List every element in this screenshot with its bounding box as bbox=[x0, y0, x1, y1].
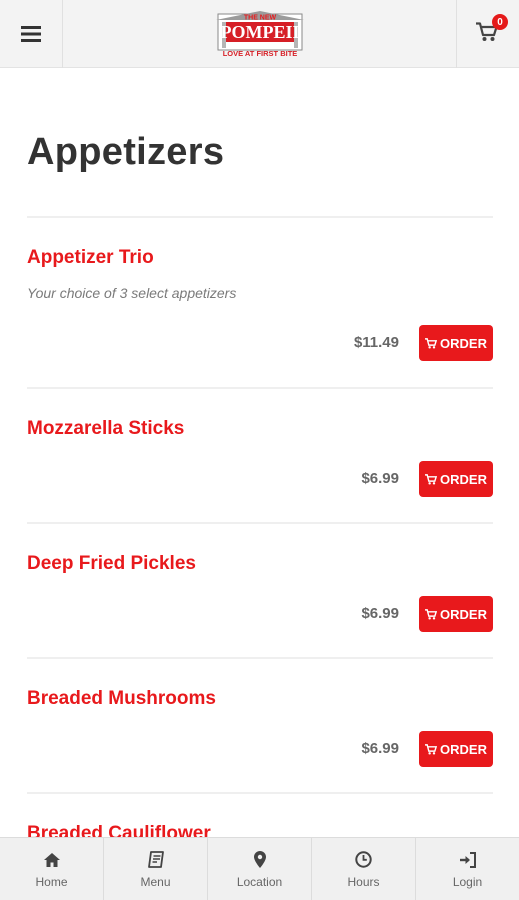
nav-home[interactable]: Home bbox=[0, 838, 104, 900]
divider bbox=[27, 522, 493, 524]
map-pin-icon bbox=[253, 851, 266, 868]
menu-content[interactable]: Appetizers Appetizer Trio Your choice of… bbox=[0, 69, 519, 837]
menu-item: Appetizer Trio Your choice of 3 select a… bbox=[27, 247, 493, 367]
divider bbox=[27, 387, 493, 389]
item-name[interactable]: Breaded Mushrooms bbox=[27, 688, 216, 710]
cart-count-badge: 0 bbox=[492, 14, 508, 30]
nav-label: Login bbox=[452, 874, 483, 889]
divider bbox=[27, 657, 493, 659]
order-label: ORDER bbox=[440, 741, 487, 757]
nav-label: Menu bbox=[140, 874, 171, 889]
hamburger-icon bbox=[21, 26, 41, 42]
item-description: Your choice of 3 select appetizers bbox=[27, 285, 237, 301]
item-price: $6.99 bbox=[361, 740, 399, 757]
nav-location[interactable]: Location bbox=[208, 838, 312, 900]
cart-button[interactable]: 0 bbox=[456, 0, 519, 68]
order-label: ORDER bbox=[440, 606, 487, 622]
menu-item: Breaded Cauliflower bbox=[27, 823, 493, 837]
menu-item: Deep Fried Pickles $6.99 ORDER bbox=[27, 553, 493, 653]
cart-icon bbox=[425, 608, 438, 620]
item-price: $11.49 bbox=[353, 334, 399, 351]
item-name[interactable]: Mozzarella Sticks bbox=[27, 418, 184, 440]
menu-button[interactable] bbox=[0, 0, 63, 68]
cart-icon bbox=[425, 743, 438, 755]
book-icon bbox=[147, 851, 164, 868]
item-name[interactable]: Deep Fried Pickles bbox=[27, 553, 196, 575]
nav-label: Hours bbox=[347, 874, 380, 889]
svg-text:LOVE AT FIRST BITE: LOVE AT FIRST BITE bbox=[223, 49, 298, 58]
item-price: $6.99 bbox=[361, 470, 399, 487]
item-price: $6.99 bbox=[361, 605, 399, 622]
menu-item: Breaded Mushrooms $6.99 ORDER bbox=[27, 688, 493, 788]
cart-icon bbox=[425, 473, 438, 485]
nav-menu[interactable]: Menu bbox=[104, 838, 208, 900]
nav-hours[interactable]: Hours bbox=[312, 838, 416, 900]
order-button[interactable]: ORDER bbox=[419, 461, 493, 497]
menu-item: Mozzarella Sticks $6.99 ORDER bbox=[27, 418, 493, 518]
nav-login[interactable]: Login bbox=[416, 838, 519, 900]
bottom-nav: Home Menu Location Hours Login bbox=[0, 837, 519, 900]
divider bbox=[27, 792, 493, 794]
divider bbox=[27, 216, 493, 218]
svg-text:THE NEW: THE NEW bbox=[244, 15, 277, 22]
restaurant-logo[interactable]: THE NEW POMPEII LOVE AT FIRST BITE bbox=[212, 10, 308, 60]
cart-icon bbox=[425, 337, 438, 349]
item-name[interactable]: Appetizer Trio bbox=[27, 247, 154, 269]
top-bar: THE NEW POMPEII LOVE AT FIRST BITE 0 bbox=[0, 0, 519, 68]
order-button[interactable]: ORDER bbox=[419, 596, 493, 632]
nav-label: Location bbox=[236, 874, 283, 889]
login-icon bbox=[459, 851, 476, 868]
order-button[interactable]: ORDER bbox=[419, 731, 493, 767]
home-icon bbox=[43, 852, 60, 867]
page-title: Appetizers bbox=[27, 131, 225, 173]
order-label: ORDER bbox=[440, 471, 487, 487]
order-label: ORDER bbox=[440, 335, 487, 351]
order-button[interactable]: ORDER bbox=[419, 325, 493, 361]
clock-icon bbox=[355, 851, 372, 868]
item-name[interactable]: Breaded Cauliflower bbox=[27, 823, 211, 837]
svg-text:POMPEII: POMPEII bbox=[221, 22, 300, 42]
nav-label: Home bbox=[35, 874, 68, 889]
